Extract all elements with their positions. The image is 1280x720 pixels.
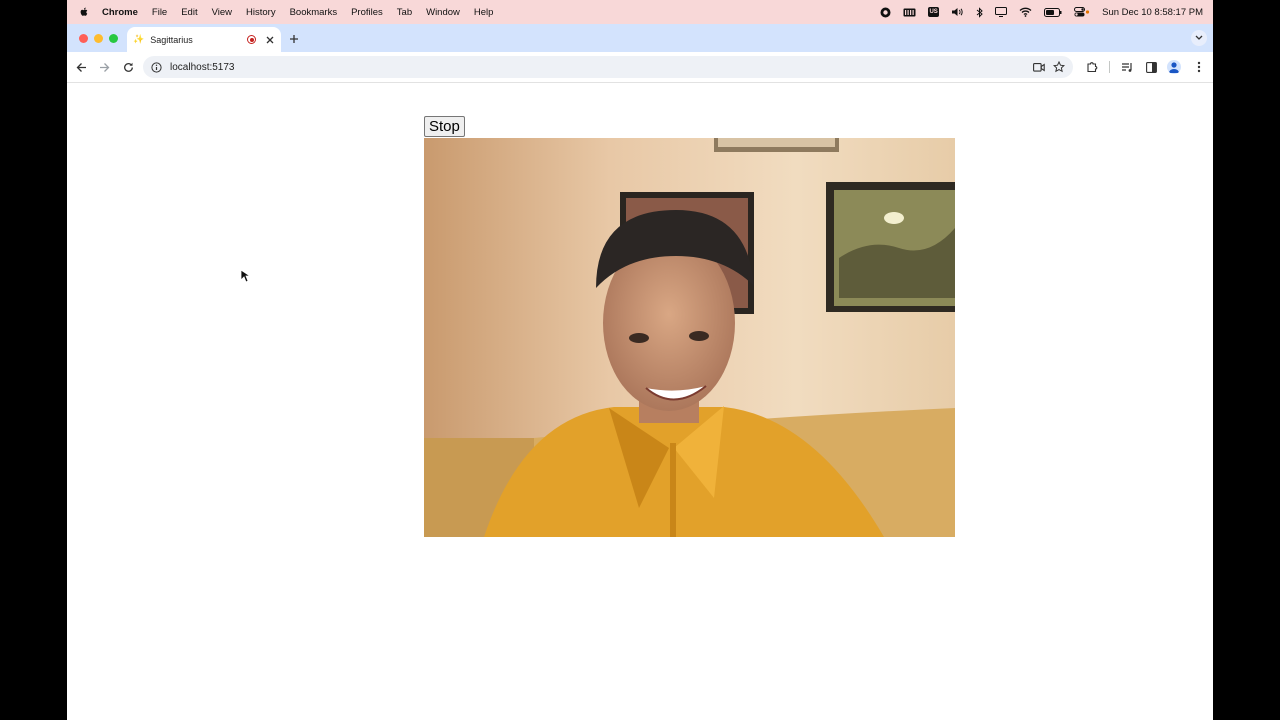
menu-app-chrome[interactable]: Chrome (102, 7, 138, 18)
arrow-left-icon (76, 62, 86, 72)
address-bar[interactable]: localhost:5173 (143, 56, 1073, 78)
back-button[interactable] (73, 59, 89, 75)
chevron-down-icon (1195, 35, 1203, 40)
menu-view[interactable]: View (212, 7, 232, 18)
toolbar-divider (1109, 61, 1110, 73)
tab-sagittarius[interactable]: ✨ Sagittarius (127, 27, 281, 52)
screen: Chrome File Edit View History Bookmarks … (67, 0, 1213, 720)
close-tab-icon[interactable] (264, 34, 276, 46)
new-tab-button[interactable] (285, 30, 303, 48)
side-panel-button[interactable] (1143, 59, 1159, 75)
volume-icon[interactable] (951, 7, 964, 17)
media-queue-icon (1122, 62, 1132, 72)
bookmark-star-icon[interactable] (1053, 61, 1065, 73)
display-icon[interactable] (995, 7, 1008, 17)
recording-indicator-icon (247, 35, 256, 44)
camera-in-use-icon[interactable] (1033, 62, 1045, 72)
page-content: Stop (67, 83, 1213, 720)
site-info-icon[interactable] (151, 61, 162, 73)
menu-tab[interactable]: Tab (397, 7, 412, 18)
browser-toolbar: localhost:5173 (67, 52, 1213, 83)
menu-window[interactable]: Window (426, 7, 460, 18)
url-text[interactable]: localhost:5173 (170, 62, 1033, 73)
menu-edit[interactable]: Edit (181, 7, 197, 18)
webcam-video[interactable] (424, 138, 955, 537)
menu-file[interactable]: File (152, 7, 167, 18)
video-frame (424, 138, 955, 537)
screen-record-icon[interactable] (880, 7, 891, 18)
close-window-button[interactable] (79, 34, 88, 43)
side-panel-icon (1145, 61, 1157, 73)
mouse-cursor-icon (240, 269, 250, 283)
profile-avatar[interactable] (1167, 60, 1181, 74)
plus-icon (290, 35, 298, 43)
menu-help[interactable]: Help (474, 7, 494, 18)
zoom-window-button[interactable] (109, 34, 118, 43)
memory-icon[interactable] (903, 8, 916, 17)
more-vertical-icon (1197, 61, 1201, 73)
status-area: US Sun Dec 10 8:58:17 PM (880, 7, 1213, 18)
arrow-right-icon (99, 62, 109, 72)
person-icon (1169, 62, 1179, 73)
battery-icon[interactable] (1044, 7, 1062, 17)
puzzle-icon (1087, 62, 1098, 73)
input-source-icon[interactable]: US (928, 7, 940, 17)
wifi-icon[interactable] (1019, 7, 1032, 17)
sparkle-icon: ✨ (133, 34, 145, 44)
tab-search-button[interactable] (1191, 30, 1207, 46)
tab-strip: ✨ Sagittarius (67, 24, 1213, 52)
menubar-clock[interactable]: Sun Dec 10 8:58:17 PM (1102, 7, 1203, 18)
bluetooth-icon[interactable] (976, 6, 983, 18)
menu-bookmarks[interactable]: Bookmarks (290, 7, 338, 18)
control-center-icon[interactable] (1074, 7, 1090, 17)
stop-button[interactable]: Stop (424, 116, 465, 137)
apple-icon[interactable] (78, 6, 90, 18)
menu-history[interactable]: History (246, 7, 276, 18)
extensions-button[interactable] (1084, 59, 1100, 75)
macos-menu-bar: Chrome File Edit View History Bookmarks … (67, 0, 1213, 24)
media-controls-button[interactable] (1119, 59, 1135, 75)
chrome-menu-button[interactable] (1191, 59, 1207, 75)
forward-button[interactable] (96, 59, 112, 75)
reload-icon (123, 62, 133, 72)
minimize-window-button[interactable] (94, 34, 103, 43)
menu-profiles[interactable]: Profiles (351, 7, 383, 18)
tab-title: Sagittarius (150, 34, 193, 45)
window-controls (79, 34, 118, 43)
reload-button[interactable] (120, 59, 136, 75)
